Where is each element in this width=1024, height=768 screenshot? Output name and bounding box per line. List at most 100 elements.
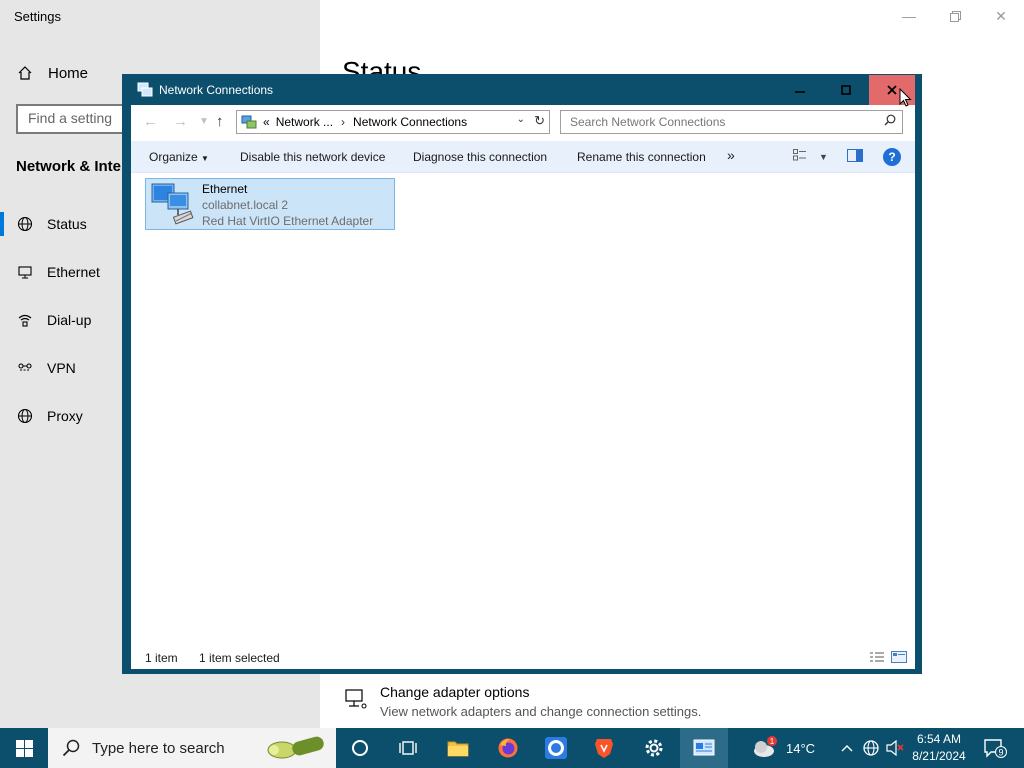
more-commands-button[interactable]: »	[727, 147, 735, 163]
sidebar-item-status[interactable]: Status	[16, 212, 87, 236]
settings-close-button[interactable]: ✕	[978, 4, 1024, 28]
chevron-down-icon: ▼	[201, 154, 209, 163]
breadcrumb-separator-icon: ›	[341, 115, 346, 129]
settings-title: Settings	[14, 9, 61, 24]
gear-icon	[645, 739, 663, 757]
sidebar-item-label: Status	[47, 216, 87, 232]
taskbar-clock[interactable]: 6:54 AM 8/21/2024	[906, 731, 972, 765]
firefox-icon	[498, 738, 518, 758]
active-nav-indicator	[0, 212, 4, 236]
start-button[interactable]	[0, 728, 48, 768]
window-titlebar[interactable]: Network Connections	[123, 75, 921, 105]
sidebar-item-label: Proxy	[47, 408, 83, 424]
command-bar: Organize ▼ Disable this network device D…	[131, 141, 915, 173]
network-connections-taskbar-button[interactable]	[680, 728, 728, 768]
maximize-icon	[841, 85, 851, 95]
back-arrow-icon[interactable]: ←	[143, 113, 158, 130]
network-globe-icon	[863, 740, 879, 756]
forward-arrow-icon[interactable]: →	[173, 113, 188, 130]
chrome-icon	[545, 737, 567, 759]
windows-logo-icon	[15, 739, 33, 757]
connection-network: collabnet.local 2	[202, 198, 289, 212]
diagnose-connection-button[interactable]: Diagnose this connection	[413, 150, 547, 164]
network-connections-window: Network Connections ← → ▼ ↑ « Network ..…	[122, 74, 922, 674]
item-count: 1 item	[145, 651, 178, 665]
notification-count: 9	[998, 748, 1003, 758]
sidebar-item-label: Dial-up	[47, 312, 92, 328]
clock-date: 8/21/2024	[912, 749, 966, 763]
sidebar-item-dialup[interactable]: Dial-up	[16, 308, 91, 332]
sidebar-item-vpn[interactable]: VPN	[16, 356, 76, 380]
chrome-button[interactable]	[532, 728, 580, 768]
tiles-view-icon[interactable]	[891, 651, 907, 663]
network-connections-icon	[137, 82, 153, 97]
taskbar-search-box[interactable]: Type here to search	[48, 728, 336, 768]
home-nav-item[interactable]: Home	[16, 62, 88, 84]
organize-label: Organize	[149, 150, 198, 164]
minimize-button[interactable]	[777, 75, 823, 105]
clock-time: 6:54 AM	[916, 732, 962, 746]
recent-locations-chevron-icon[interactable]: ▼	[199, 116, 209, 127]
network-connections-icon	[693, 739, 715, 756]
action-center-button[interactable]: 9	[980, 728, 1010, 768]
settings-button[interactable]	[630, 728, 678, 768]
change-view-icon[interactable]	[793, 149, 807, 164]
breadcrumb-network-connections[interactable]: Network Connections	[353, 115, 467, 129]
globe-icon	[16, 407, 34, 425]
change-adapter-options-link[interactable]: Change adapter options View network adap…	[344, 684, 701, 719]
globe-icon	[16, 215, 34, 233]
details-view-icon[interactable]	[869, 651, 885, 663]
task-view-icon	[399, 741, 417, 755]
breadcrumb-prefix: «	[263, 115, 270, 129]
view-options-chevron-icon[interactable]: ▼	[819, 152, 828, 162]
show-hidden-icons-button[interactable]	[838, 728, 856, 768]
brave-icon	[595, 739, 613, 758]
address-dropdown-chevron-icon[interactable]: ⌄	[517, 114, 525, 125]
volume-muted-icon	[886, 740, 904, 756]
restore-icon	[949, 10, 961, 22]
search-input[interactable]: Search Network Connections	[560, 110, 903, 134]
cortana-button[interactable]	[336, 728, 384, 768]
taskbar-search-placeholder: Type here to search	[92, 739, 225, 757]
home-label: Home	[48, 64, 89, 82]
volume-tray-button[interactable]	[884, 728, 906, 768]
notification-icon: 9	[984, 739, 1007, 758]
network-tray-button[interactable]	[860, 728, 882, 768]
settings-restore-button[interactable]	[932, 4, 978, 28]
firefox-button[interactable]	[484, 728, 532, 768]
window-body: ← → ▼ ↑ « Network ... › Network Connecti…	[131, 105, 915, 669]
chevron-up-icon	[841, 745, 853, 752]
file-explorer-button[interactable]	[434, 728, 482, 768]
search-icon	[884, 114, 896, 129]
window-title: Network Connections	[159, 83, 274, 97]
close-icon	[887, 85, 897, 95]
refresh-icon[interactable]: ↻	[534, 113, 545, 129]
minimize-icon	[795, 91, 805, 93]
sidebar-item-ethernet[interactable]: Ethernet	[16, 260, 100, 284]
address-bar[interactable]: « Network ... › Network Connections ⌄ ↻	[236, 110, 550, 134]
weather-alert-count: 1	[770, 737, 775, 746]
selection-count: 1 item selected	[199, 651, 280, 665]
task-view-button[interactable]	[384, 728, 432, 768]
disable-device-button[interactable]: Disable this network device	[240, 150, 385, 164]
adapter-options-subtitle: View network adapters and change connect…	[380, 704, 702, 719]
rename-connection-button[interactable]: Rename this connection	[577, 150, 706, 164]
address-row: ← → ▼ ↑ « Network ... › Network Connecti…	[131, 105, 915, 141]
settings-minimize-button[interactable]: —	[886, 4, 932, 28]
taskbar: Type here to search 1 14°C 6:54 AM 8/21/…	[0, 728, 1024, 768]
maximize-button[interactable]	[823, 75, 869, 105]
mouse-cursor-icon	[899, 88, 912, 107]
weather-widget[interactable]: 1 14°C	[752, 728, 815, 768]
network-folder-icon	[241, 115, 257, 129]
ethernet-icon	[16, 263, 34, 281]
weather-temperature: 14°C	[786, 740, 816, 756]
help-icon[interactable]: ?	[883, 148, 901, 166]
search-placeholder: Search Network Connections	[570, 115, 726, 129]
preview-pane-icon[interactable]	[847, 149, 863, 165]
breadcrumb-network[interactable]: Network ...	[276, 115, 333, 129]
ethernet-connection-item[interactable]: Ethernet collabnet.local 2 Red Hat VirtI…	[145, 178, 395, 230]
brave-button[interactable]	[580, 728, 628, 768]
sidebar-item-proxy[interactable]: Proxy	[16, 404, 83, 428]
up-arrow-icon[interactable]: ↑	[216, 113, 224, 130]
organize-menu[interactable]: Organize ▼	[149, 150, 209, 164]
